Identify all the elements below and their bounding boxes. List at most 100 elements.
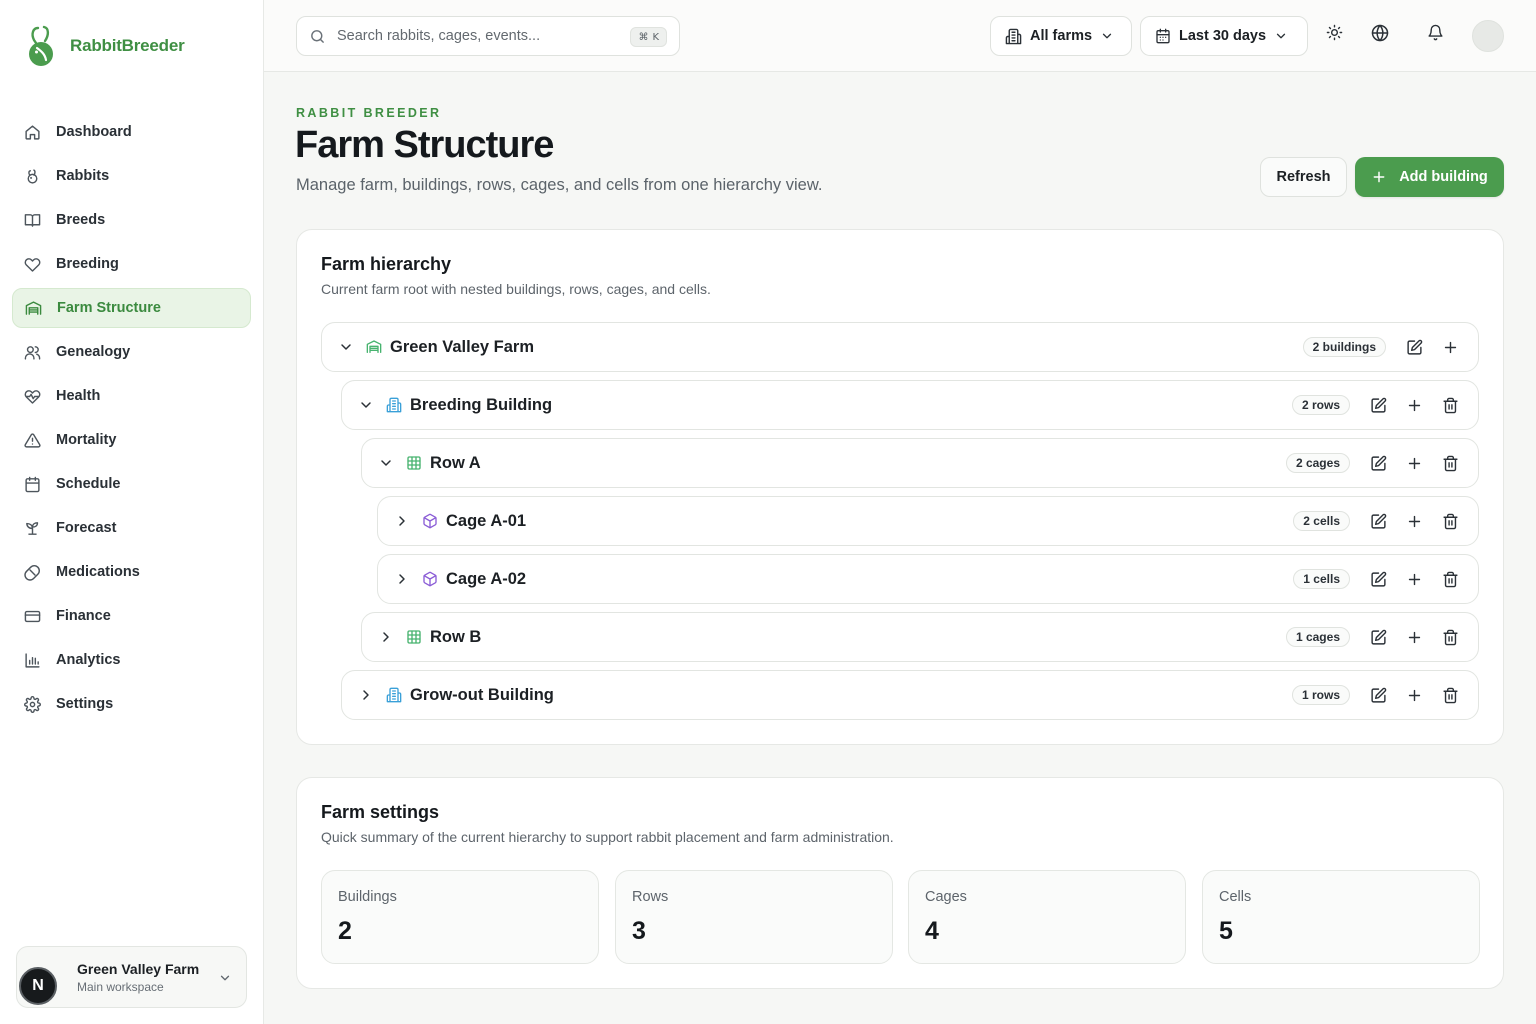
chevron-right-icon[interactable] xyxy=(394,571,410,587)
calendar-icon xyxy=(1155,28,1171,44)
edit-icon[interactable] xyxy=(1368,395,1388,415)
tree-node-row[interactable]: Row B 1 cages xyxy=(361,612,1479,662)
sidebar-item-genealogy[interactable]: Genealogy xyxy=(12,332,251,372)
search-bar[interactable]: ⌘K xyxy=(296,16,680,56)
trash-icon[interactable] xyxy=(1440,395,1460,415)
sidebar-item-schedule[interactable]: Schedule xyxy=(12,464,251,504)
sidebar-item-settings[interactable]: Settings xyxy=(12,684,251,724)
edit-icon[interactable] xyxy=(1404,337,1424,357)
farm-settings-card: Farm settings Quick summary of the curre… xyxy=(296,777,1504,989)
tree-node-farm[interactable]: Green Valley Farm 2 buildings xyxy=(321,322,1479,372)
plus-icon[interactable] xyxy=(1404,511,1424,531)
chevron-down-icon xyxy=(1274,29,1288,43)
count-badge: 2 cells xyxy=(1293,511,1350,531)
tree-node-row[interactable]: Row A 2 cages xyxy=(361,438,1479,488)
chevron-right-icon[interactable] xyxy=(358,687,374,703)
tree-node-building[interactable]: Grow-out Building 1 rows xyxy=(341,670,1479,720)
workspace-switcher[interactable]: N Green Valley Farm Main workspace xyxy=(16,946,247,1008)
chevron-right-icon[interactable] xyxy=(394,513,410,529)
plus-icon[interactable] xyxy=(1404,685,1424,705)
edit-icon[interactable] xyxy=(1368,453,1388,473)
bell-icon[interactable] xyxy=(1427,24,1444,41)
sidebar-item-health[interactable]: Health xyxy=(12,376,251,416)
sidebar: RabbitBreeder Dashboard Rabbits Breeds B… xyxy=(0,0,264,1024)
heart-icon xyxy=(24,256,41,273)
building-icon xyxy=(386,687,402,703)
tree-node-cage[interactable]: Cage A-01 2 cells xyxy=(377,496,1479,546)
book-icon xyxy=(24,212,41,229)
stat-card-cages: Cages 4 xyxy=(908,870,1186,964)
stat-value: 4 xyxy=(925,917,939,945)
chevron-down-icon[interactable] xyxy=(378,455,394,471)
sidebar-item-rabbits[interactable]: Rabbits xyxy=(12,156,251,196)
plus-icon[interactable] xyxy=(1404,395,1424,415)
trash-icon[interactable] xyxy=(1440,453,1460,473)
farm-filter-dropdown[interactable]: All farms xyxy=(990,16,1132,56)
count-badge: 2 buildings xyxy=(1302,337,1386,357)
sidebar-item-label: Analytics xyxy=(56,652,121,668)
sidebar-item-label: Settings xyxy=(56,696,114,712)
search-icon xyxy=(309,28,326,45)
plus-icon[interactable] xyxy=(1440,337,1460,357)
chevron-down-icon xyxy=(1100,29,1114,43)
page-subtitle: Manage farm, buildings, rows, cages, and… xyxy=(296,176,823,194)
sidebar-item-mortality[interactable]: Mortality xyxy=(12,420,251,460)
globe-icon[interactable] xyxy=(1371,24,1389,42)
sidebar-item-label: Farm Structure xyxy=(57,300,161,316)
date-range-dropdown[interactable]: Last 30 days xyxy=(1140,16,1308,56)
shortcut-key: K xyxy=(652,31,659,43)
plus-icon[interactable] xyxy=(1404,627,1424,647)
trash-icon[interactable] xyxy=(1440,627,1460,647)
sidebar-item-forecast[interactable]: Forecast xyxy=(12,508,251,548)
stat-card-cells: Cells 5 xyxy=(1202,870,1480,964)
brand[interactable]: RabbitBreeder xyxy=(24,24,185,68)
edit-icon[interactable] xyxy=(1368,511,1388,531)
user-avatar[interactable] xyxy=(1472,20,1504,52)
workspace-avatar: N xyxy=(19,967,57,1005)
count-badge: 1 rows xyxy=(1291,685,1350,705)
chevron-right-icon[interactable] xyxy=(378,629,394,645)
chevron-down-icon[interactable] xyxy=(338,339,354,355)
search-input[interactable] xyxy=(337,28,627,44)
plus-icon[interactable] xyxy=(1404,453,1424,473)
node-label: Row A xyxy=(430,453,481,472)
sun-icon[interactable] xyxy=(1326,24,1343,41)
sidebar-item-label: Breeding xyxy=(56,256,119,272)
plus-icon[interactable] xyxy=(1404,569,1424,589)
cube-icon xyxy=(422,571,438,587)
sidebar-item-dashboard[interactable]: Dashboard xyxy=(12,112,251,152)
edit-icon[interactable] xyxy=(1368,685,1388,705)
tree-node-cage[interactable]: Cage A-02 1 cells xyxy=(377,554,1479,604)
sidebar-item-analytics[interactable]: Analytics xyxy=(12,640,251,680)
pill-icon xyxy=(24,564,41,581)
sidebar-item-breeding[interactable]: Breeding xyxy=(12,244,251,284)
trash-icon[interactable] xyxy=(1440,685,1460,705)
refresh-button[interactable]: Refresh xyxy=(1260,157,1347,197)
sidebar-item-label: Genealogy xyxy=(56,344,131,360)
trash-icon[interactable] xyxy=(1440,511,1460,531)
page-eyebrow: RABBIT BREEDER xyxy=(296,106,442,120)
tree-node-building[interactable]: Breeding Building 2 rows xyxy=(341,380,1479,430)
sidebar-item-label: Medications xyxy=(56,564,140,580)
sidebar-item-farm-structure[interactable]: Farm Structure xyxy=(12,288,251,328)
rabbit-logo-icon xyxy=(24,24,60,68)
sidebar-item-medications[interactable]: Medications xyxy=(12,552,251,592)
stat-label: Buildings xyxy=(338,889,397,905)
sidebar-item-label: Forecast xyxy=(56,520,117,536)
stat-label: Cells xyxy=(1219,889,1252,905)
sidebar-item-finance[interactable]: Finance xyxy=(12,596,251,636)
building-icon xyxy=(1005,28,1022,45)
settings-title: Farm settings xyxy=(321,802,440,822)
trash-icon[interactable] xyxy=(1440,569,1460,589)
sidebar-item-label: Mortality xyxy=(56,432,117,448)
edit-icon[interactable] xyxy=(1368,627,1388,647)
chevron-down-icon[interactable] xyxy=(358,397,374,413)
add-building-button[interactable]: Add building xyxy=(1355,157,1504,197)
alert-triangle-icon xyxy=(24,432,41,449)
bar-chart-icon xyxy=(24,652,41,669)
stat-value: 5 xyxy=(1219,917,1233,945)
count-badge: 1 cells xyxy=(1293,569,1350,589)
node-label: Green Valley Farm xyxy=(390,337,534,356)
edit-icon[interactable] xyxy=(1368,569,1388,589)
sidebar-item-breeds[interactable]: Breeds xyxy=(12,200,251,240)
